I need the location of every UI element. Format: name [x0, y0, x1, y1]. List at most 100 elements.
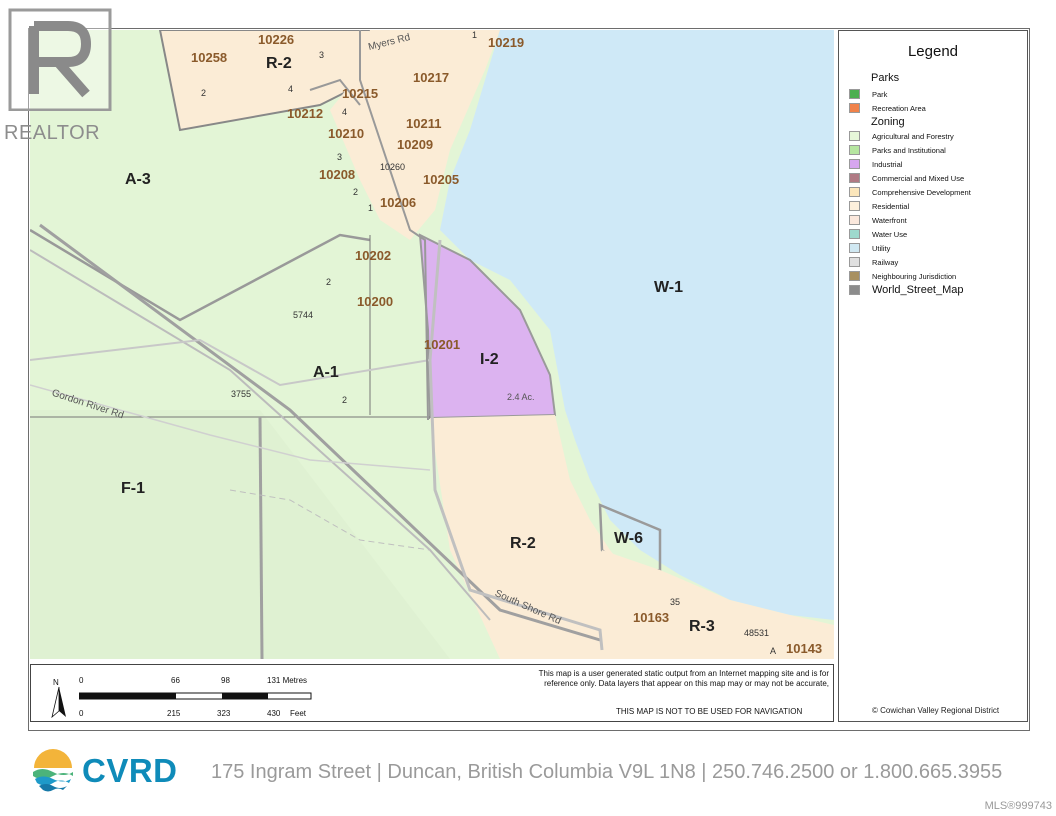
address-label: 10212 [287, 106, 324, 121]
lot-number: 35 [670, 597, 681, 607]
cvrd-brand: CVRD [82, 752, 178, 789]
map-legend: Legend Parks Park Recreation Area Zoning… [838, 30, 1028, 722]
address-label: 10226 [258, 32, 295, 47]
lot-number: 48531 [744, 628, 770, 638]
lot-number: 3755 [231, 389, 252, 399]
north-label: N [53, 678, 59, 687]
legend-group-zoning: Zoning [871, 116, 905, 128]
scale-label-metres: 66 [171, 676, 180, 685]
legend-title: Legend [907, 43, 959, 60]
zone-label-a1: A-1 [313, 364, 339, 381]
legend-item: Parks and Institutional [849, 145, 946, 155]
address-label: 10200 [357, 294, 394, 309]
lot-number: A [770, 646, 777, 656]
legend-swatch [849, 103, 860, 113]
legend-item-base-layer: World_Street_Map [849, 284, 964, 296]
address-label: 10206 [380, 195, 417, 210]
legend-credit: © Cowichan Valley Regional District [872, 706, 1000, 715]
zone-label-w6: W-6 [614, 530, 644, 547]
legend-item: Recreation Area [849, 103, 926, 113]
scale-label-feet: 430 [267, 709, 281, 718]
realtor-watermark: REALTOR [4, 6, 116, 144]
legend-item: Comprehensive Development [849, 187, 971, 197]
legend-item: Railway [849, 257, 898, 267]
lot-boundary-vertical [258, 416, 264, 659]
legend-swatch [849, 215, 860, 225]
address-label: 10211 [406, 116, 442, 131]
zone-label-a3: A-3 [125, 171, 151, 188]
cvrd-logo: CVRD [30, 748, 178, 794]
zone-label-f1: F-1 [121, 480, 145, 497]
legend-swatch [849, 285, 860, 295]
legend-swatch [849, 257, 860, 267]
lot-number: 3 [319, 50, 325, 60]
cvrd-address: 175 Ingram Street | Duncan, British Colu… [211, 761, 1003, 783]
address-label: 10205 [423, 172, 460, 187]
legend-swatch [849, 187, 860, 197]
address-label: 10210 [328, 126, 365, 141]
lot-number: 3 [337, 152, 343, 162]
legend-item: Agricultural and Forestry [849, 131, 954, 141]
scale-bar-icon [79, 692, 312, 700]
zone-label-r3: R-3 [689, 618, 715, 635]
legend-item: Waterfront [849, 215, 907, 225]
legend-group-parks: Parks [871, 72, 900, 84]
scale-label-metres: 98 [221, 676, 230, 685]
north-arrow-icon [51, 686, 66, 719]
cvrd-emblem-icon [32, 749, 74, 792]
legend-item: Residential [849, 201, 909, 211]
legend-item: Park [849, 89, 887, 99]
lot-number: 4 [288, 84, 294, 94]
acreage-label: 2.4 Ac. [507, 392, 535, 402]
navigation-warning: THIS MAP IS NOT TO BE USED FOR NAVIGATIO… [616, 707, 803, 716]
legend-swatch [849, 145, 860, 155]
legend-item: Water Use [849, 229, 907, 239]
map-disclaimer: This map is a user generated static outp… [538, 669, 829, 688]
zone-label-r2-south: R-2 [510, 535, 536, 552]
address-label: 10209 [397, 137, 434, 152]
legend-swatch [849, 243, 860, 253]
lot-number: 1 [368, 203, 374, 213]
address-label: 10258 [191, 50, 228, 65]
legend-swatch [849, 89, 860, 99]
address-label: 10219 [488, 35, 525, 50]
address-label: 10163 [633, 610, 670, 625]
legend-item: Utility [849, 243, 890, 253]
scale-panel: N 0 66 98 131 Metres 0 215 323 430 Feet … [30, 664, 834, 722]
lot-number: 1 [472, 30, 478, 40]
scale-label-feet: 215 [167, 709, 181, 718]
address-label: 10202 [355, 248, 392, 263]
lot-number: 2 [342, 395, 348, 405]
address-label: 10208 [319, 167, 356, 182]
scale-label-metres: 131 Metres [267, 676, 308, 685]
lot-number: 2 [201, 88, 207, 98]
scale-label-feet: 0 [79, 709, 84, 718]
address-label: 10217 [413, 70, 450, 85]
lot-number: 2 [353, 187, 359, 197]
legend-item: Neighbouring Jurisdiction [849, 271, 956, 281]
legend-swatch [849, 229, 860, 239]
legend-swatch [849, 271, 860, 281]
lot-number: 2 [326, 277, 332, 287]
lot-number: 5744 [293, 310, 314, 320]
realtor-text: REALTOR [4, 122, 101, 144]
legend-swatch [849, 173, 860, 183]
address-label: 10143 [786, 641, 823, 656]
address-label: 10215 [342, 86, 379, 101]
zone-label-r2-north: R-2 [266, 55, 292, 72]
zoning-map[interactable]: A-3 A-1 F-1 I-2 R-2 R-2 W-1 W-6 R-3 1025… [30, 30, 834, 659]
legend-item: Commercial and Mixed Use [849, 173, 964, 183]
legend-item: Industrial [849, 159, 902, 169]
address-label: 10201 [424, 337, 461, 352]
realtor-logo-icon [6, 6, 112, 112]
legend-swatch [849, 131, 860, 141]
scale-label-feet: 323 [217, 709, 231, 718]
lot-number: 10260 [380, 162, 406, 172]
legend-swatch [849, 201, 860, 211]
legend-swatch [849, 159, 860, 169]
zone-label-w1: W-1 [654, 279, 684, 296]
scale-label-metres: 0 [79, 676, 84, 685]
scale-label-feet-unit: Feet [290, 709, 307, 718]
lot-number: 4 [342, 107, 348, 117]
mls-number: MLS®999743 [984, 800, 1052, 812]
